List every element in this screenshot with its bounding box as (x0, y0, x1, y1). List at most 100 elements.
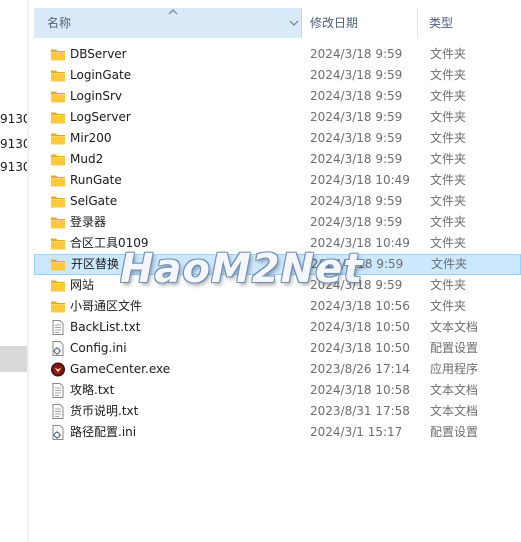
file-modified-date: 2024/3/18 9:59 (310, 89, 403, 103)
file-row[interactable]: 合区工具0109 2024/3/18 10:49 文件夹 (34, 233, 521, 254)
sort-up-caret-icon (168, 9, 178, 15)
file-row[interactable]: LoginSrv 2024/3/18 9:59 文件夹 (34, 86, 521, 107)
folder-icon (50, 110, 66, 125)
chevron-down-icon[interactable] (289, 19, 299, 27)
file-row[interactable]: Mir200 2024/3/18 9:59 文件夹 (34, 128, 521, 149)
column-header-date[interactable]: 修改日期 (302, 8, 418, 38)
file-type: 文本文档 (430, 404, 479, 418)
folder-icon (50, 173, 66, 188)
file-row[interactable]: 网站 2024/3/18 9:59 文件夹 (34, 275, 521, 296)
file-name[interactable]: RunGate (70, 170, 122, 191)
file-type: 文件夹 (430, 89, 467, 103)
file-name[interactable]: 小哥通区文件 (70, 296, 142, 317)
folder-icon (50, 131, 66, 146)
file-type: 文件夹 (430, 152, 467, 166)
file-type: 应用程序 (430, 362, 479, 376)
file-row[interactable]: 攻略.txt 2024/3/18 10:58 文本文档 (34, 380, 521, 401)
file-type: 文件夹 (430, 47, 467, 61)
file-name[interactable]: LogServer (70, 107, 131, 128)
file-modified-date: 2024/3/18 9:59 (310, 278, 403, 292)
file-name[interactable]: 网站 (70, 275, 94, 296)
file-modified-date: 2024/3/18 9:59 (310, 68, 403, 82)
file-row[interactable]: LogServer 2024/3/18 9:59 文件夹 (34, 107, 521, 128)
file-row[interactable]: LoginGate 2024/3/18 9:59 文件夹 (34, 65, 521, 86)
file-name[interactable]: LoginSrv (70, 86, 122, 107)
file-row[interactable]: Config.ini 2024/3/18 10:50 配置设置 (34, 338, 521, 359)
file-type: 文件夹 (430, 110, 467, 124)
file-modified-date: 2024/3/18 9:59 (310, 215, 403, 229)
file-row[interactable]: 货币说明.txt 2023/8/31 17:58 文本文档 (34, 401, 521, 422)
file-name[interactable]: Config.ini (70, 338, 127, 359)
column-header-date-label: 修改日期 (310, 16, 359, 30)
file-modified-date: 2024/3/18 10:49 (310, 173, 410, 187)
file-name[interactable]: GameCenter.exe (70, 359, 170, 380)
file-name[interactable]: Mud2 (70, 149, 103, 170)
file-modified-date: 2024/3/18 10:50 (310, 320, 410, 334)
file-type: 文件夹 (430, 215, 467, 229)
file-modified-date: 2024/3/18 10:58 (310, 383, 410, 397)
file-type: 文件夹 (430, 278, 467, 292)
file-type: 配置设置 (430, 425, 479, 439)
file-type: 文本文档 (430, 383, 479, 397)
nav-selected-item[interactable] (0, 346, 28, 372)
file-name[interactable]: SelGate (70, 191, 117, 212)
file-name[interactable]: Mir200 (70, 128, 112, 149)
folder-icon (50, 47, 66, 62)
file-row[interactable]: Mud2 2024/3/18 9:59 文件夹 (34, 149, 521, 170)
folder-icon (50, 68, 66, 83)
folder-icon (50, 215, 66, 230)
file-modified-date: 2024/3/18 9:59 (310, 47, 403, 61)
folder-icon (50, 257, 66, 272)
file-row[interactable]: 路径配置.ini 2024/3/1 15:17 配置设置 (34, 422, 521, 443)
file-type: 文件夹 (430, 236, 467, 250)
file-name[interactable]: 登录器 (70, 212, 106, 233)
file-type: 文本文档 (430, 320, 479, 334)
folder-icon (50, 89, 66, 104)
folder-icon (50, 152, 66, 167)
file-modified-date: 2024/3/18 10:49 (310, 236, 410, 250)
nav-pane-scrollbar[interactable] (27, 0, 28, 542)
file-modified-date: 2024/3/18 10:56 (310, 299, 410, 313)
file-modified-date: 2024/3/18 10:50 (310, 341, 410, 355)
nav-item-label[interactable]: 91300 (0, 112, 28, 126)
file-name[interactable]: 货币说明.txt (70, 401, 138, 422)
file-name[interactable]: BackList.txt (70, 317, 140, 338)
file-modified-date: 2024/3/18 9:59 (310, 131, 403, 145)
folder-icon (50, 194, 66, 209)
file-row[interactable]: BackList.txt 2024/3/18 10:50 文本文档 (34, 317, 521, 338)
file-type: 配置设置 (430, 341, 479, 355)
file-type: 文件夹 (430, 194, 467, 208)
file-row[interactable]: 小哥通区文件 2024/3/18 10:56 文件夹 (34, 296, 521, 317)
file-row[interactable]: SelGate 2024/3/18 9:59 文件夹 (34, 191, 521, 212)
file-modified-date: 2024/3/18 9:59 (311, 257, 404, 271)
file-name[interactable]: DBServer (70, 44, 127, 65)
navigation-pane[interactable]: 91300 91300 91300 (0, 0, 29, 542)
folder-icon (50, 236, 66, 251)
file-row[interactable]: GameCenter.exe 2023/8/26 17:14 应用程序 (34, 359, 521, 380)
file-name[interactable]: 攻略.txt (70, 380, 114, 401)
file-row[interactable]: 登录器 2024/3/18 9:59 文件夹 (34, 212, 521, 233)
config-file-icon (50, 425, 66, 440)
file-row-selected[interactable]: 开区替换 2024/3/18 9:59 文件夹 (34, 254, 521, 275)
file-row[interactable]: RunGate 2024/3/18 10:49 文件夹 (34, 170, 521, 191)
nav-item-label[interactable]: 91300 (0, 160, 28, 174)
column-header-name[interactable]: 名称 (34, 8, 302, 38)
file-name[interactable]: 开区替换 (71, 254, 119, 275)
file-name[interactable]: LoginGate (70, 65, 131, 86)
file-name[interactable]: 路径配置.ini (70, 422, 136, 443)
file-row[interactable]: DBServer 2024/3/18 9:59 文件夹 (34, 44, 521, 65)
text-file-icon (50, 383, 66, 398)
column-header-type[interactable]: 类型 (418, 8, 521, 38)
nav-item-label[interactable]: 91300 (0, 137, 28, 151)
file-type: 文件夹 (430, 68, 467, 82)
text-file-icon (50, 404, 66, 419)
text-file-icon (50, 320, 66, 335)
column-header: 名称 修改日期 类型 (34, 8, 521, 38)
file-modified-date: 2024/3/18 9:59 (310, 152, 403, 166)
file-name[interactable]: 合区工具0109 (70, 233, 149, 254)
file-modified-date: 2024/3/1 15:17 (310, 425, 403, 439)
file-type: 文件夹 (430, 173, 467, 187)
file-modified-date: 2024/3/18 9:59 (310, 110, 403, 124)
config-file-icon (50, 341, 66, 356)
column-header-name-label: 名称 (47, 16, 72, 30)
